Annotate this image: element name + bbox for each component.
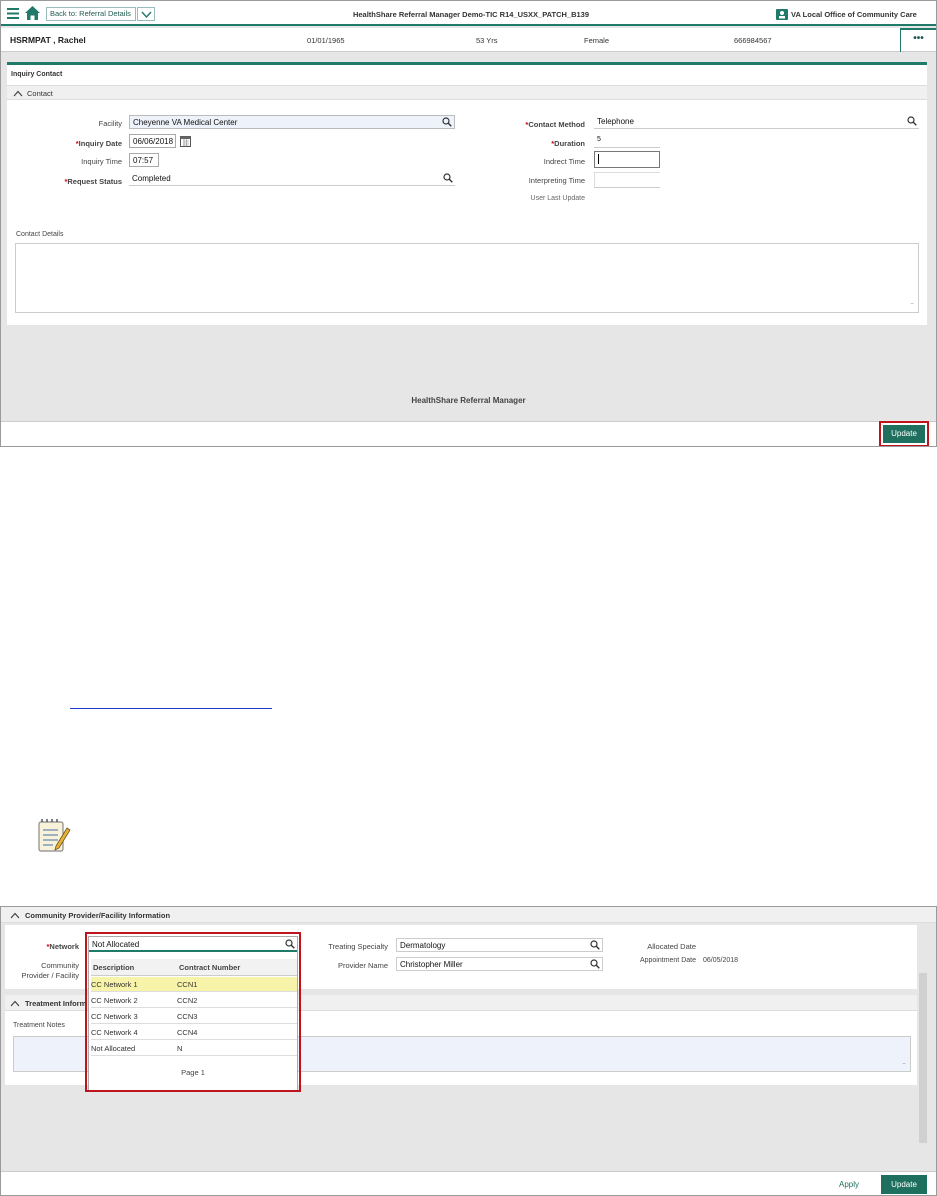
indirect-time-label: Indrect Time [543,157,585,166]
note-icon [38,819,71,852]
chevron-up-icon [13,90,23,97]
contact-method-field[interactable]: Telephone [594,115,919,129]
menu-icon[interactable] [7,8,19,19]
community-label-1: Community [41,961,79,970]
treating-specialty-value: Dermatology [400,941,446,950]
patient-banner: HSRMPAT , Rachel 01/01/1965 53 Yrs Femal… [1,28,936,52]
resize-handle-icon[interactable]: ⁼ [910,301,914,309]
inquiry-time-value: 07:57 [133,156,154,165]
patient-id: 666984567 [734,36,772,45]
treatment-section-title: Treatment Inform [25,999,87,1008]
inquiry-time-field[interactable]: 07:57 [129,153,159,167]
text-cursor [598,154,599,164]
app-title: HealthShare Referral Manager Demo-TIC R1… [352,10,590,19]
facility-field[interactable]: Cheyenne VA Medical Center [129,115,455,129]
search-icon[interactable] [590,959,600,969]
update-button[interactable]: Update [881,1175,927,1194]
chevron-up-icon [10,1000,20,1007]
action-bar [1,1171,936,1195]
duration-field[interactable]: 5 [594,134,660,148]
facility-value: Cheyenne VA Medical Center [133,118,238,127]
treatment-notes-label: Treatment Notes [13,1022,65,1029]
search-icon[interactable] [907,116,917,126]
provider-name-value: Christopher Miller [400,960,463,969]
community-provider-screen: Community Provider/Facility Information … [0,906,937,1196]
highlight-box [879,421,929,446]
network-label: Network [11,942,79,951]
page-title: Inquiry Contact [11,71,63,78]
apply-button[interactable]: Apply [829,1180,869,1189]
calendar-icon[interactable] [180,135,191,147]
patient-name: HSRMPAT , Rachel [10,35,86,45]
section-header[interactable]: Contact [7,85,927,100]
section-title: Community Provider/Facility Information [25,911,171,920]
section-title: Contact [27,89,53,98]
provider-name-label: Provider Name [337,961,388,970]
chevron-up-icon [10,912,20,919]
contact-method-value: Telephone [597,117,634,126]
inquiry-date-label: Inquiry Date [47,139,122,148]
user-last-update-label: User Last Update [530,195,585,202]
interpreting-time-field[interactable] [594,172,660,188]
inquiry-date-value: 06/06/2018 [133,137,174,146]
community-label-2: Provider / Facility [21,971,79,980]
duration-label: Duration [497,139,585,148]
contact-details-label: Contact Details [16,231,64,238]
back-button[interactable]: Back to: Referral Details [46,7,136,21]
top-bar: Back to: Referral Details HealthShare Re… [1,1,936,26]
request-status-label: Request Status [47,177,122,186]
patient-age: 53 Yrs [476,36,498,45]
search-icon[interactable] [442,117,452,127]
action-bar [1,421,936,446]
search-icon[interactable] [443,173,453,183]
resize-handle-icon[interactable]: ⁼ [902,1061,906,1069]
treating-specialty-label: Treating Specialty [328,942,388,951]
facility-label: Facility [98,119,122,128]
contact-method-label: Contact Method [497,120,585,129]
contact-details-textarea[interactable]: ⁼ [15,243,919,313]
section-header[interactable]: Community Provider/Facility Information [1,907,936,923]
more-options-button[interactable]: ••• [900,28,936,52]
request-status-value: Completed [132,174,171,183]
indirect-time-field[interactable] [594,151,660,168]
search-icon[interactable] [590,940,600,950]
home-icon[interactable] [25,6,40,20]
allocated-date-label: Allocated Date [647,942,696,951]
patient-dob: 01/01/1965 [307,36,345,45]
inquiry-contact-screen: Back to: Referral Details HealthShare Re… [0,0,937,447]
interpreting-time-label: Interpreting Time [528,176,585,185]
patient-sex: Female [584,36,610,45]
treating-specialty-field[interactable]: Dermatology [396,938,603,952]
office-name[interactable]: VA Local Office of Community Care [791,10,917,19]
appointment-date-value: 06/05/2018 [703,957,739,964]
duration-value: 5 [597,136,601,143]
chevron-down-icon [141,11,152,18]
hyperlink-underline[interactable] [70,708,272,709]
footer-text: HealthShare Referral Manager [411,396,526,405]
request-status-field[interactable]: Completed [129,172,455,186]
scrollbar[interactable] [919,973,927,1143]
inquiry-date-field[interactable]: 06/06/2018 [129,134,176,148]
provider-name-field[interactable]: Christopher Miller [396,957,603,971]
back-dropdown[interactable] [137,7,155,21]
appointment-date-label: Appointment Date [639,957,696,964]
highlight-box [85,932,301,1092]
contact-section: Inquiry Contact Contact Facility Cheyenn… [7,65,927,325]
office-icon [776,9,788,20]
inquiry-time-label: Inquiry Time [81,157,122,166]
